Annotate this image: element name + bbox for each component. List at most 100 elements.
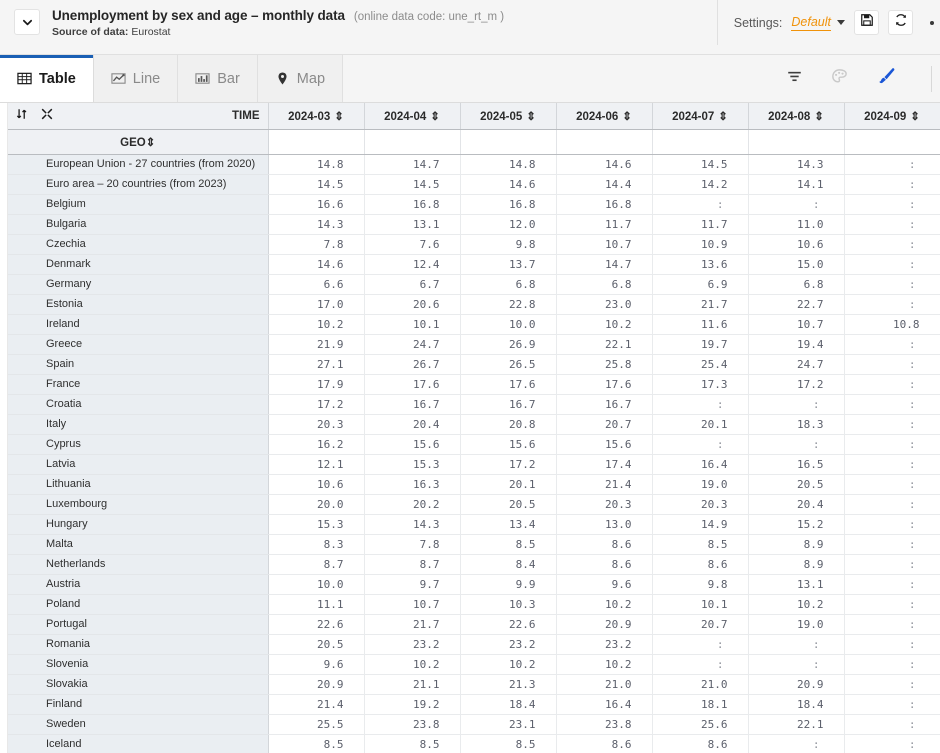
cell-2024-07[interactable]: 11.6: [652, 314, 749, 335]
cell-2024-08[interactable]: 18.4: [748, 694, 845, 715]
cell-2024-09[interactable]: :: [844, 434, 940, 455]
cell-2024-03[interactable]: 27.1: [268, 354, 365, 375]
cell-2024-06[interactable]: 14.6: [556, 154, 653, 175]
cell-2024-09[interactable]: 10.8: [844, 314, 940, 335]
cell-2024-07[interactable]: :: [652, 394, 749, 415]
cell-2024-09[interactable]: :: [844, 534, 940, 555]
cell-2024-08[interactable]: :: [748, 394, 845, 415]
cell-2024-06[interactable]: 16.7: [556, 394, 653, 415]
cell-2024-08[interactable]: 13.1: [748, 574, 845, 595]
cell-2024-03[interactable]: 17.9: [268, 374, 365, 395]
cell-2024-08[interactable]: :: [748, 654, 845, 675]
cell-2024-06[interactable]: 10.2: [556, 314, 653, 335]
cell-2024-05[interactable]: 21.3: [460, 674, 557, 695]
cell-2024-08[interactable]: 19.0: [748, 614, 845, 635]
palette-button[interactable]: [830, 67, 849, 91]
cell-2024-06[interactable]: 11.7: [556, 214, 653, 235]
table-row[interactable]: Germany 6.6 6.7 6.8 6.8 6.9 6.8:: [8, 274, 940, 295]
cell-2024-07[interactable]: 8.5: [652, 534, 749, 555]
column-header-2024-04[interactable]: 2024-04 ⇕: [364, 103, 461, 130]
cell-2024-04[interactable]: 8.7: [364, 554, 461, 575]
cell-2024-07[interactable]: 10.1: [652, 594, 749, 615]
cell-2024-04[interactable]: 7.6: [364, 234, 461, 255]
cell-2024-06[interactable]: 20.9: [556, 614, 653, 635]
cell-2024-05[interactable]: 13.4: [460, 514, 557, 535]
cell-2024-08[interactable]: 22.7: [748, 294, 845, 315]
table-row[interactable]: Slovenia 9.6 10.2 10.2 10.2:::: [8, 654, 940, 675]
table-row[interactable]: Lithuania 10.6 16.3 20.1 21.4 19.0 20.5:: [8, 474, 940, 495]
cell-2024-08[interactable]: 10.2: [748, 594, 845, 615]
cell-2024-03[interactable]: 14.3: [268, 214, 365, 235]
cell-2024-08[interactable]: 22.1: [748, 714, 845, 735]
table-row[interactable]: Romania 20.5 23.2 23.2 23.2:::: [8, 634, 940, 655]
cell-2024-06[interactable]: 8.6: [556, 554, 653, 575]
settings-value[interactable]: Default: [791, 15, 831, 31]
cell-2024-09[interactable]: :: [844, 354, 940, 375]
cell-2024-06[interactable]: 23.8: [556, 714, 653, 735]
table-scroll-area[interactable]: TIME 2024-03 ⇕ 2024-04 ⇕ 2024-05 ⇕ 2024-06 ⇕…: [8, 103, 940, 753]
cell-2024-03[interactable]: 20.9: [268, 674, 365, 695]
cell-2024-07[interactable]: 16.4: [652, 454, 749, 475]
cell-2024-07[interactable]: 20.3: [652, 494, 749, 515]
sort-arrows-icon[interactable]: [16, 108, 28, 123]
cell-2024-07[interactable]: 8.6: [652, 734, 749, 753]
cell-2024-07[interactable]: 6.9: [652, 274, 749, 295]
cell-2024-08[interactable]: 14.3: [748, 154, 845, 175]
cell-2024-03[interactable]: 14.5: [268, 174, 365, 195]
cell-2024-06[interactable]: 9.6: [556, 574, 653, 595]
cell-2024-09[interactable]: :: [844, 474, 940, 495]
cell-2024-04[interactable]: 23.8: [364, 714, 461, 735]
tab-table[interactable]: Table: [0, 55, 94, 102]
cell-2024-06[interactable]: 13.0: [556, 514, 653, 535]
cell-2024-06[interactable]: 6.8: [556, 274, 653, 295]
table-row[interactable]: Denmark 14.6 12.4 13.7 14.7 13.6 15.0:: [8, 254, 940, 275]
cell-2024-03[interactable]: 14.6: [268, 254, 365, 275]
cell-2024-06[interactable]: 8.6: [556, 534, 653, 555]
cell-2024-09[interactable]: :: [844, 254, 940, 275]
cell-2024-04[interactable]: 12.4: [364, 254, 461, 275]
cell-2024-07[interactable]: 17.3: [652, 374, 749, 395]
cell-2024-08[interactable]: 6.8: [748, 274, 845, 295]
table-row[interactable]: Austria 10.0 9.7 9.9 9.6 9.8 13.1:: [8, 574, 940, 595]
cell-2024-09[interactable]: :: [844, 694, 940, 715]
cell-2024-07[interactable]: :: [652, 194, 749, 215]
table-row[interactable]: Iceland 8.5 8.5 8.5 8.6 8.6::: [8, 734, 940, 753]
cell-2024-05[interactable]: 8.4: [460, 554, 557, 575]
cell-2024-04[interactable]: 8.5: [364, 734, 461, 753]
cell-2024-05[interactable]: 18.4: [460, 694, 557, 715]
table-row[interactable]: Hungary 15.3 14.3 13.4 13.0 14.9 15.2:: [8, 514, 940, 535]
cell-2024-04[interactable]: 20.2: [364, 494, 461, 515]
table-row[interactable]: Latvia 12.1 15.3 17.2 17.4 16.4 16.5:: [8, 454, 940, 475]
cell-2024-09[interactable]: :: [844, 294, 940, 315]
column-header-2024-05[interactable]: 2024-05 ⇕: [460, 103, 557, 130]
cell-2024-07[interactable]: 14.2: [652, 174, 749, 195]
filter-button[interactable]: [785, 67, 804, 91]
cell-2024-07[interactable]: 18.1: [652, 694, 749, 715]
cell-2024-03[interactable]: 7.8: [268, 234, 365, 255]
cell-2024-09[interactable]: :: [844, 274, 940, 295]
cell-2024-05[interactable]: 16.8: [460, 194, 557, 215]
cell-2024-09[interactable]: :: [844, 234, 940, 255]
cell-2024-08[interactable]: 15.0: [748, 254, 845, 275]
cell-2024-04[interactable]: 13.1: [364, 214, 461, 235]
cell-2024-05[interactable]: 14.6: [460, 174, 557, 195]
cell-2024-03[interactable]: 20.3: [268, 414, 365, 435]
header-overflow-menu[interactable]: [922, 20, 940, 25]
cell-2024-07[interactable]: 14.9: [652, 514, 749, 535]
settings-dropdown-caret[interactable]: [837, 20, 845, 25]
cell-2024-09[interactable]: :: [844, 374, 940, 395]
cell-2024-05[interactable]: 13.7: [460, 254, 557, 275]
cell-2024-08[interactable]: 11.0: [748, 214, 845, 235]
cell-2024-07[interactable]: 25.4: [652, 354, 749, 375]
cell-2024-03[interactable]: 6.6: [268, 274, 365, 295]
brush-button[interactable]: [875, 65, 897, 92]
cell-2024-09[interactable]: :: [844, 654, 940, 675]
cell-2024-03[interactable]: 9.6: [268, 654, 365, 675]
column-header-2024-09[interactable]: 2024-09 ⇕: [844, 103, 940, 130]
cell-2024-03[interactable]: 16.6: [268, 194, 365, 215]
cell-2024-05[interactable]: 17.6: [460, 374, 557, 395]
cell-2024-07[interactable]: 9.8: [652, 574, 749, 595]
cell-2024-07[interactable]: 20.1: [652, 414, 749, 435]
cell-2024-03[interactable]: 17.2: [268, 394, 365, 415]
cell-2024-08[interactable]: 10.7: [748, 314, 845, 335]
